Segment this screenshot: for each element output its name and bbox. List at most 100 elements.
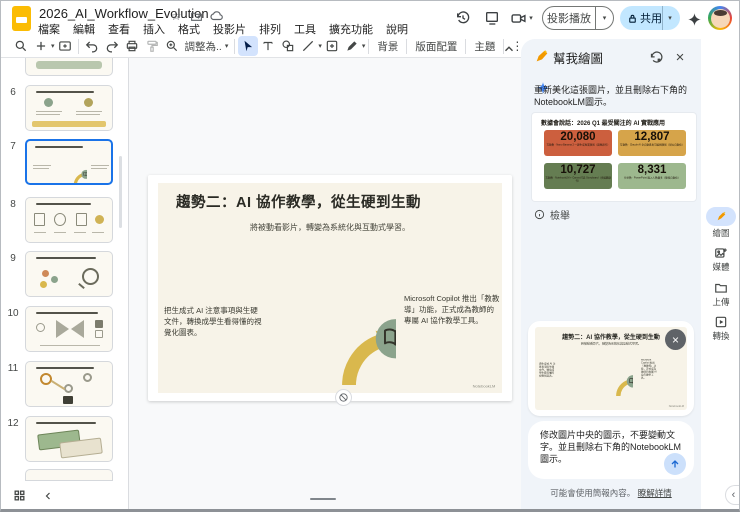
slide-title: 趨勢二：AI 協作教學，從生硬到生動	[176, 195, 422, 211]
thumb-art	[64, 384, 73, 393]
layout-button[interactable]: 版面配置	[410, 39, 462, 54]
thumb-art	[95, 320, 103, 328]
print-icon[interactable]	[122, 36, 142, 56]
thumb-art	[34, 232, 46, 233]
slides-logo-icon[interactable]	[12, 6, 31, 31]
divider	[368, 38, 370, 54]
collapse-filmstrip-icon[interactable]	[42, 489, 54, 507]
camera-dropdown-caret[interactable]: ▾	[526, 8, 536, 28]
tab-convert[interactable]: 轉換	[701, 314, 739, 342]
search-icon[interactable]	[11, 36, 31, 56]
line-icon[interactable]	[298, 36, 318, 56]
help-me-draw-panel: 幫我繪圖 × 重新美化這張圖片，並且刪除右下角的 NotebookLM圖示。 數…	[521, 39, 701, 509]
slide-thumbnail-7-selected[interactable]	[25, 139, 113, 185]
share-dropdown-caret[interactable]: ▾	[662, 6, 677, 30]
google-slides-window: 2026_AI_Workflow_Evolution ☆ 檔案 編輯 查看 插入…	[0, 0, 740, 512]
folder-icon	[701, 280, 739, 295]
slide-page[interactable]: 趨勢二：AI 協作教學，從生硬到生動 將被動看影片，轉變為系統化與互動式學習。 …	[148, 175, 512, 401]
new-slide-caret[interactable]: ▾	[51, 43, 55, 50]
stat-value: 10,727	[560, 164, 596, 176]
slide-thumbnail-5-partial[interactable]	[25, 58, 113, 76]
new-slide-icon[interactable]	[55, 36, 75, 56]
remove-context-button[interactable]: ×	[665, 329, 686, 350]
slide-thumbnail-9[interactable]	[25, 251, 113, 297]
thumb-art	[50, 379, 66, 391]
tab-draw[interactable]: 繪圖	[701, 207, 739, 239]
divider	[406, 38, 408, 54]
stat-note: 互動數 · Nano Banana 2 一鍵生成專業簡報（圖像創作）	[546, 144, 610, 147]
generated-image[interactable]: 數據會說話：2026 Q1 最受關注的 AI 實戰應用 20,080 互動數 ·…	[532, 113, 696, 201]
shapes-icon[interactable]	[278, 36, 298, 56]
thumb-art	[44, 98, 53, 107]
paint-format-icon[interactable]	[142, 36, 162, 56]
titlebar: 2026_AI_Workflow_Evolution ☆ 檔案 編輯 查看 插入…	[1, 1, 739, 36]
send-button[interactable]	[664, 453, 686, 475]
filmstrip-scrollbar[interactable]	[119, 156, 122, 228]
tab-media[interactable]: 媒體	[701, 245, 739, 273]
share-button[interactable]: 共用 ▾	[620, 6, 680, 30]
thumb-art	[32, 121, 106, 127]
slash-circle-button[interactable]	[335, 389, 352, 406]
slide-thumbnail-11[interactable]	[25, 361, 113, 407]
slide-thumbnail-13-partial[interactable]	[25, 469, 113, 481]
thumb-art	[36, 203, 91, 205]
lock-icon	[627, 13, 638, 24]
redo-icon[interactable]	[102, 36, 122, 56]
gemini-icon[interactable]	[684, 9, 704, 29]
present-dropdown-caret[interactable]: ▾	[595, 7, 613, 29]
tab-upload[interactable]: 上傳	[701, 280, 739, 308]
slide-thumbnail-6[interactable]	[25, 85, 113, 131]
insert-comment-icon[interactable]	[322, 36, 342, 56]
thumb-art	[51, 276, 58, 283]
background-button[interactable]: 背景	[372, 39, 403, 54]
mini-watermark: NotebookLM	[668, 405, 684, 408]
thumb-art	[83, 373, 92, 382]
textbox-icon[interactable]	[258, 36, 278, 56]
fit-zoom-label: 調整為..	[184, 40, 222, 53]
panel-title: 幫我繪圖	[553, 52, 604, 66]
fit-zoom-dropdown[interactable]: 調整為.. ▾	[182, 39, 232, 54]
stat-value: 12,807	[634, 131, 670, 143]
share-label: 共用	[640, 13, 662, 25]
present-button[interactable]: 投影播放 ▾	[542, 6, 614, 30]
reset-icon[interactable]	[647, 48, 665, 66]
filmstrip-controls	[1, 483, 128, 509]
disclaimer-text: 可能會使用簡報內容。	[550, 488, 636, 498]
tab-media-label: 媒體	[712, 262, 730, 272]
plus-icon[interactable]	[31, 36, 51, 56]
context-image-card[interactable]: 趨勢二：AI 協作教學，從生硬到生動 將被動看影片，轉變為系統化與互動式學習。 …	[528, 321, 694, 416]
theme-button[interactable]: 主題	[469, 39, 500, 54]
slide-thumbnail-12[interactable]	[25, 416, 113, 462]
slide-image[interactable]: 趨勢二：AI 協作教學，從生硬到生動 將被動看影片，轉變為系統化與互動式學習。 …	[158, 183, 502, 393]
prompt-input[interactable]: 修改圖片中央的圖示，不要變動文字。並且刪除右下角的NotebookLM圖示。	[528, 421, 694, 479]
avatar[interactable]	[708, 6, 732, 30]
document-title[interactable]: 2026_AI_Workflow_Evolution	[39, 6, 209, 21]
meet-camera-icon[interactable]	[508, 8, 528, 28]
undo-icon[interactable]	[82, 36, 102, 56]
thumb-art	[74, 232, 86, 233]
stat-note: 分享數 · PowerPoint 匯入人數最多（簡報自動化）	[623, 177, 681, 180]
stat-card-1: 20,080 互動數 · Nano Banana 2 一鍵生成專業簡報（圖像創作…	[544, 130, 612, 156]
pen-icon[interactable]	[342, 36, 362, 56]
comment-history-icon[interactable]	[482, 8, 502, 28]
present-label: 投影播放	[547, 13, 591, 25]
speaker-notes-handle[interactable]	[310, 498, 336, 500]
tab-convert-label: 轉換	[712, 331, 730, 341]
stat-value: 20,080	[560, 131, 596, 143]
thumb-art	[36, 257, 96, 259]
collapse-toolbar-icon[interactable]	[499, 39, 519, 59]
close-panel-icon[interactable]: ×	[671, 48, 689, 66]
version-history-icon[interactable]	[453, 8, 473, 28]
slide-thumbnail-10[interactable]	[25, 306, 113, 352]
learn-more-link[interactable]: 瞭解詳情	[638, 488, 672, 498]
pen-caret[interactable]: ▾	[362, 43, 366, 50]
thumb-art	[36, 91, 94, 93]
grid-view-icon[interactable]	[13, 489, 26, 507]
zoom-in-icon[interactable]	[162, 36, 182, 56]
media-icon	[701, 245, 739, 260]
select-cursor-icon[interactable]	[238, 36, 259, 56]
draw-pill	[706, 207, 736, 226]
report-row[interactable]: 檢舉	[534, 207, 570, 222]
slide-thumbnail-8[interactable]	[25, 197, 113, 243]
collapse-panel-chevron[interactable]: ‹	[725, 485, 739, 505]
